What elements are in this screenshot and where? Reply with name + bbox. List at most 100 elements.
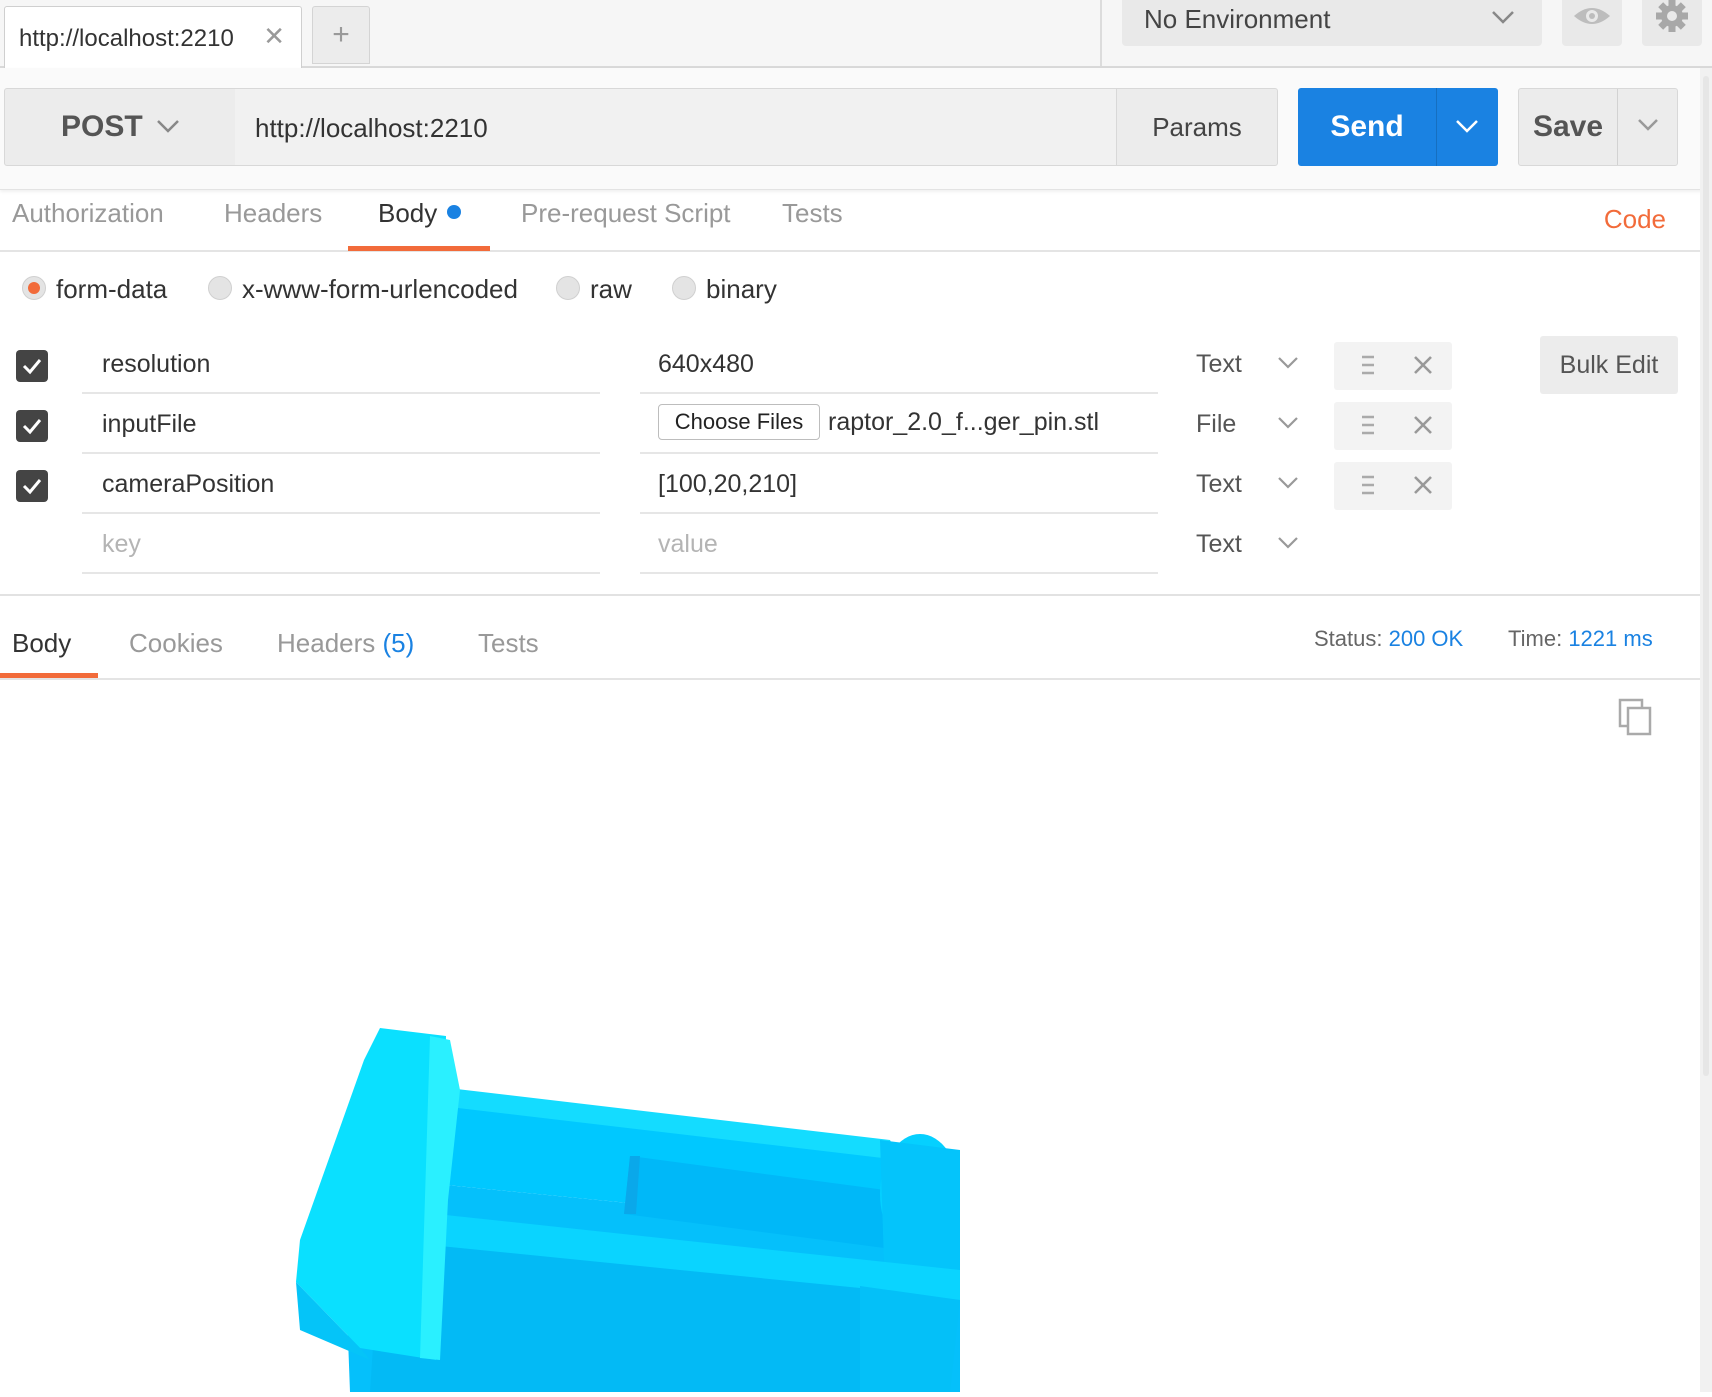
status-value: 200 OK [1388, 626, 1464, 651]
key-text: resolution [102, 350, 211, 378]
radio-unselected-icon [208, 276, 232, 300]
key-placeholder: key [102, 530, 141, 558]
file-name: raptor_2.0_f...ger_pin.stl [828, 408, 1099, 436]
form-row-empty: key value Text [0, 516, 1712, 576]
url-text: http://localhost:2210 [255, 113, 488, 143]
choose-files-button[interactable]: Choose Files [658, 404, 820, 440]
row-checkbox[interactable] [16, 470, 48, 502]
type-select[interactable]: Text [1196, 530, 1242, 559]
checkmark-icon [22, 359, 42, 375]
response-time: Time: 1221 ms [1508, 626, 1653, 652]
file-input: Choose Files raptor_2.0_f...ger_pin.stl [640, 396, 1158, 454]
form-row: cameraPosition [100,20,210] Text [0, 456, 1712, 516]
value-input[interactable]: 640x480 [640, 336, 1158, 394]
key-input[interactable]: inputFile [82, 396, 600, 454]
params-button[interactable]: Params [1116, 88, 1278, 166]
tab-tests[interactable]: Tests [782, 198, 843, 229]
url-input[interactable]: http://localhost:2210 [235, 88, 1117, 166]
radio-label: form-data [56, 274, 168, 304]
key-text: inputFile [102, 410, 197, 438]
radio-selected-icon [22, 276, 46, 300]
radio-label: x-www-form-urlencoded [242, 274, 518, 304]
key-input[interactable]: key [82, 516, 600, 574]
chevron-down-icon [155, 113, 181, 144]
row-actions [1334, 402, 1452, 450]
active-tab-indicator [0, 673, 98, 678]
row-actions [1334, 342, 1452, 390]
tab-authorization[interactable]: Authorization [12, 198, 164, 229]
row-checkbox[interactable] [16, 350, 48, 382]
checkmark-icon [22, 419, 42, 435]
key-input[interactable]: resolution [82, 336, 600, 394]
request-tab[interactable]: http://localhost:2210 ✕ [4, 6, 302, 68]
scrollbar-thumb[interactable] [1703, 76, 1709, 1076]
request-tabs: Authorization Headers Body Pre-request S… [0, 190, 1700, 252]
tab-bar: http://localhost:2210 ✕ + No Environment [0, 0, 1712, 68]
value-text: 640x480 [658, 350, 754, 378]
request-bar: POST http://localhost:2210 Params Send S… [0, 68, 1712, 190]
chevron-down-icon[interactable] [1276, 470, 1300, 499]
new-tab-button[interactable]: + [312, 6, 370, 64]
chevron-down-icon[interactable] [1276, 530, 1300, 559]
value-placeholder: value [658, 530, 718, 558]
response-tab-headers[interactable]: Headers (5) [277, 628, 414, 659]
radio-label: raw [590, 274, 632, 304]
radio-unselected-icon [672, 276, 696, 300]
delete-row-icon[interactable] [1412, 472, 1434, 503]
environment-label: No Environment [1144, 4, 1331, 34]
eye-icon[interactable] [1562, 0, 1622, 46]
delete-row-icon[interactable] [1412, 412, 1434, 443]
method-label: POST [61, 110, 143, 143]
radio-label: binary [706, 274, 777, 304]
time-value: 1221 ms [1568, 626, 1653, 651]
method-select[interactable]: POST [4, 88, 236, 166]
send-button[interactable]: Send [1298, 88, 1498, 166]
tab-headers[interactable]: Headers [224, 198, 322, 229]
send-label: Send [1330, 110, 1404, 143]
save-label: Save [1532, 110, 1604, 143]
send-options-chevron-icon[interactable] [1436, 88, 1498, 166]
drag-handle-icon[interactable] [1360, 412, 1376, 443]
value-text: [100,20,210] [658, 470, 798, 498]
value-input[interactable]: [100,20,210] [640, 456, 1158, 514]
divider [0, 594, 1700, 596]
copy-icon[interactable] [1616, 696, 1656, 741]
chevron-down-icon[interactable] [1276, 350, 1300, 379]
save-options-chevron-icon[interactable] [1618, 89, 1678, 165]
status-label: Status: [1314, 626, 1383, 651]
gear-icon[interactable] [1642, 0, 1702, 46]
request-tab-title: http://localhost:2210 [19, 25, 234, 52]
response-tab-cookies[interactable]: Cookies [129, 628, 223, 659]
rendered-model-image [260, 1000, 1000, 1392]
scrollbar[interactable] [1700, 68, 1712, 1392]
chevron-down-icon[interactable] [1276, 410, 1300, 439]
tab-pre-request-script[interactable]: Pre-request Script [521, 198, 731, 229]
code-link[interactable]: Code [1604, 204, 1666, 235]
row-actions [1334, 462, 1452, 510]
divider [1100, 0, 1102, 66]
modified-indicator-icon [447, 205, 462, 219]
row-checkbox[interactable] [16, 410, 48, 442]
bulk-edit-button[interactable]: Bulk Edit [1540, 336, 1678, 394]
key-input[interactable]: cameraPosition [82, 456, 600, 514]
headers-count-badge: (5) [382, 628, 415, 658]
response-tab-headers-label: Headers [277, 628, 376, 658]
close-tab-icon[interactable]: ✕ [263, 21, 285, 52]
response-tab-body[interactable]: Body [12, 628, 71, 659]
response-tab-tests[interactable]: Tests [478, 628, 539, 659]
response-status: Status: 200 OK [1314, 626, 1463, 652]
tab-body-label: Body [378, 198, 438, 228]
type-select[interactable]: Text [1196, 350, 1242, 379]
value-input[interactable]: value [640, 516, 1158, 574]
radio-unselected-icon [556, 276, 580, 300]
checkmark-icon [22, 479, 42, 495]
type-select[interactable]: Text [1196, 470, 1242, 499]
active-tab-indicator [348, 246, 490, 251]
drag-handle-icon[interactable] [1360, 472, 1376, 503]
environment-select[interactable]: No Environment [1122, 0, 1542, 46]
delete-row-icon[interactable] [1412, 352, 1434, 383]
drag-handle-icon[interactable] [1360, 352, 1376, 383]
save-button[interactable]: Save [1518, 88, 1678, 166]
tab-body[interactable]: Body [378, 198, 462, 229]
type-select[interactable]: File [1196, 410, 1236, 439]
